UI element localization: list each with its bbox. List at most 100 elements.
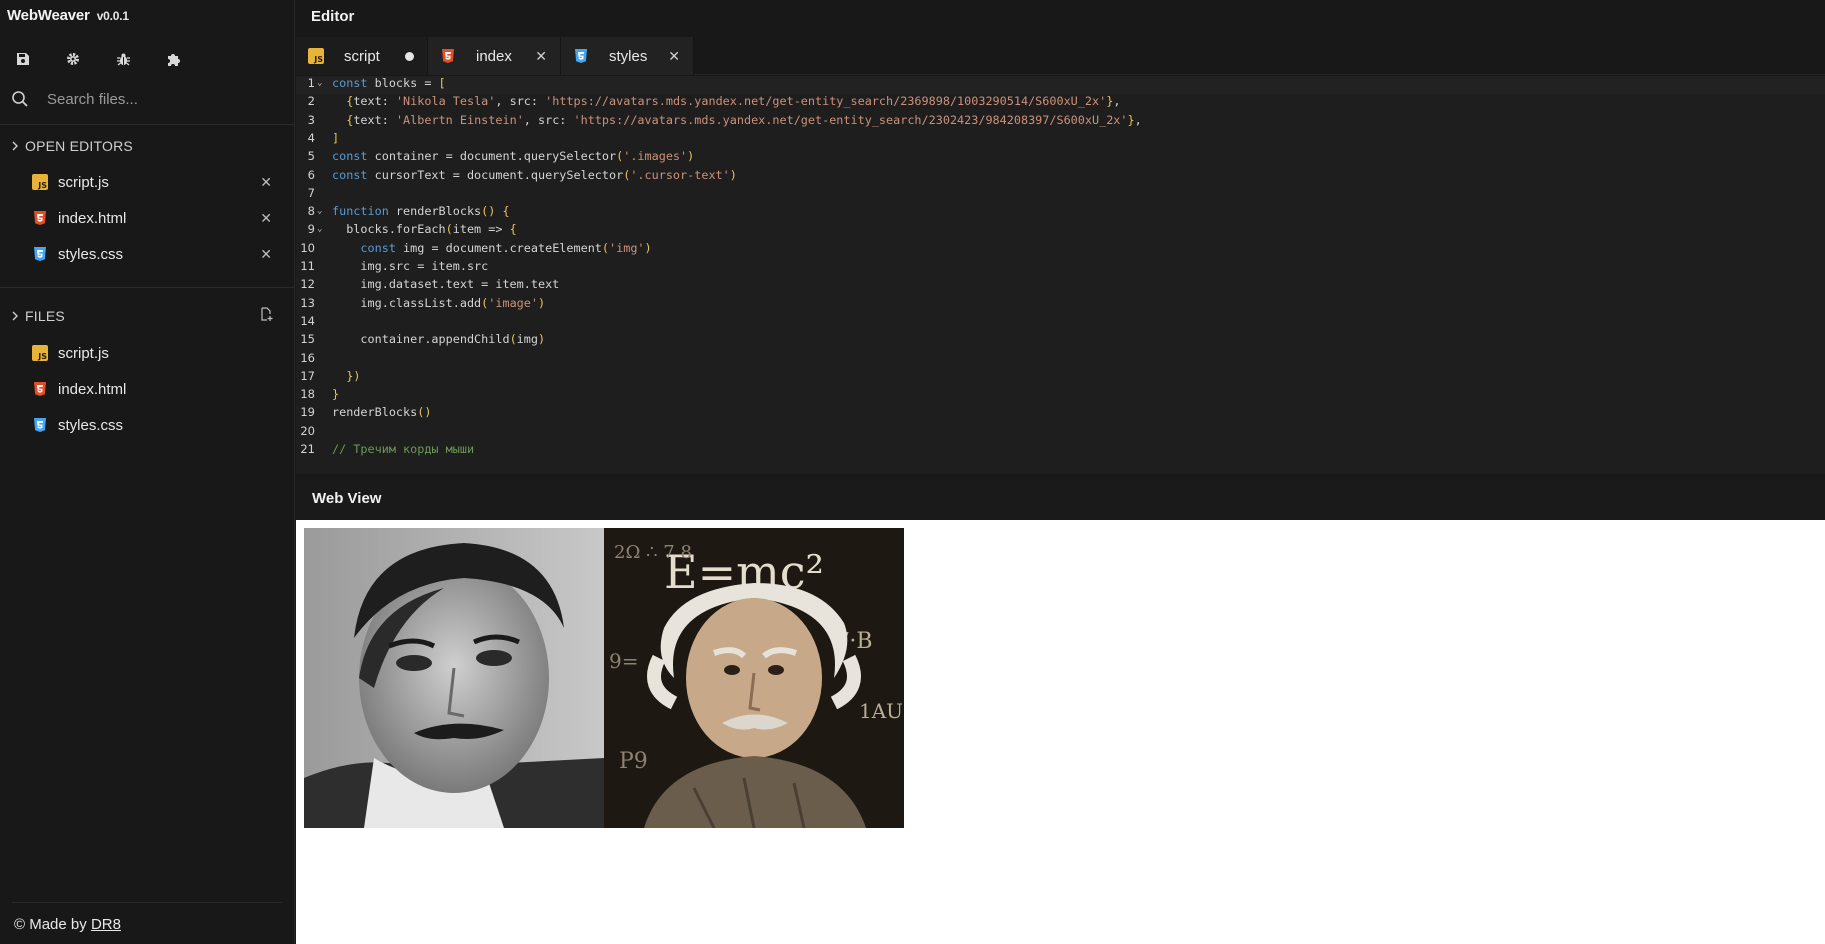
open-editor-item-index[interactable]: index.html ✕ (32, 206, 272, 230)
tesla-portrait[interactable] (304, 528, 604, 828)
code-line[interactable]: 12 img.dataset.text = item.text (296, 277, 1825, 295)
save-button[interactable] (12, 48, 34, 70)
code-line[interactable]: 7 (296, 186, 1825, 204)
code-line[interactable]: 13 img.classList.add('image') (296, 296, 1825, 314)
css-file-icon (32, 246, 48, 262)
line-number: 6 (307, 167, 315, 182)
close-icon[interactable]: ✕ (260, 246, 272, 263)
app-brand: WebWeaver v0.0.1 (7, 7, 129, 24)
line-number: 18 (300, 387, 315, 402)
extensions-button[interactable] (162, 48, 184, 70)
einstein-portrait[interactable]: E=mc² 2Ω ∴ 7 8 ∇·B 9= 1AU P9 (604, 528, 904, 828)
code-line[interactable]: 19 renderBlocks() (296, 405, 1825, 423)
code-editor[interactable]: 1 ⌄ const blocks = [2 {text: 'Nikola Tesla… (296, 76, 1825, 474)
sidebar-toolbar (12, 48, 184, 70)
code-line[interactable]: 21 // Тречим корды мыши (296, 442, 1825, 460)
chevron-right-icon (12, 141, 18, 151)
code-line[interactable]: 16 (296, 351, 1825, 369)
tab-styles[interactable]: styles ✕ (561, 37, 694, 75)
html-file-icon (32, 381, 48, 397)
file-item-styles[interactable]: styles.css (32, 413, 272, 437)
code-text: const blocks = [ (332, 76, 446, 90)
line-number: 2 (307, 94, 315, 109)
code-line[interactable]: 15 container.appendChild(img) (296, 332, 1825, 350)
code-line[interactable]: 1 ⌄ const blocks = [ (296, 76, 1825, 94)
footer-divider (12, 902, 282, 903)
fold-chevron-icon[interactable]: ⌄ (317, 206, 322, 216)
line-number: 16 (300, 350, 315, 365)
code-line[interactable]: 10 const img = document.createElement('i… (296, 241, 1825, 259)
new-file-button[interactable] (259, 307, 274, 327)
close-icon[interactable]: ✕ (668, 48, 680, 65)
open-editor-item-script[interactable]: JS script.js ✕ (32, 170, 272, 194)
code-line[interactable]: 14 (296, 314, 1825, 332)
open-editor-item-styles[interactable]: styles.css ✕ (32, 242, 272, 266)
css-file-icon (32, 417, 48, 433)
code-line[interactable]: 3 {text: 'Albertn Einstein', src: 'https… (296, 113, 1825, 131)
code-text: const container = document.querySelector… (332, 149, 695, 164)
code-line[interactable]: 11 img.src = item.src (296, 259, 1825, 277)
app-version: v0.0.1 (96, 9, 129, 23)
close-icon[interactable]: ✕ (260, 210, 272, 227)
tab-label: script (344, 47, 380, 65)
line-number: 11 (300, 259, 315, 273)
tab-script[interactable]: JS script (296, 37, 428, 75)
tab-bar: JS script index ✕ styles ✕ (296, 37, 1825, 75)
code-text: img.src = item.src (332, 259, 489, 273)
code-text: img.classList.add('image') (332, 295, 546, 310)
code-line[interactable]: 9 ⌄ blocks.forEach(item => { (296, 222, 1825, 240)
code-line[interactable]: 18} (296, 387, 1825, 405)
svg-text:1AU: 1AU (859, 699, 903, 723)
line-number: 21 (300, 442, 315, 456)
line-number: 12 (300, 277, 315, 292)
open-editors-header[interactable]: OPEN EDITORS (11, 138, 133, 154)
files-title: FILES (25, 308, 65, 324)
fold-chevron-icon[interactable]: ⌄ (317, 224, 322, 234)
file-item-index[interactable]: index.html (32, 377, 272, 401)
svg-text:9=: 9= (609, 649, 638, 673)
tab-label: index (476, 47, 512, 65)
file-item-script[interactable]: JS script.js (32, 341, 272, 365)
code-line[interactable]: 20 (296, 424, 1825, 442)
webview-title: Web View (312, 490, 382, 507)
author-link[interactable]: DR8 (91, 916, 121, 933)
line-number: 4 (307, 130, 315, 145)
code-text: // Тречим корды мыши (332, 442, 475, 456)
code-line[interactable]: 6 const cursorText = document.querySelect… (296, 168, 1825, 186)
line-number: 20 (300, 423, 315, 438)
einstein-portrait-image: E=mc² 2Ω ∴ 7 8 ∇·B 9= 1AU P9 (604, 528, 904, 828)
search-box (11, 86, 281, 112)
open-editor-item-label: styles.css (58, 245, 124, 263)
webview-panel: E=mc² 2Ω ∴ 7 8 ∇·B 9= 1AU P9 (296, 520, 1825, 944)
tab-index[interactable]: index ✕ (428, 37, 561, 75)
js-file-icon: JS (32, 174, 48, 190)
fold-chevron-icon[interactable]: ⌄ (317, 78, 322, 88)
new-file-icon (261, 307, 273, 321)
code-text: } (332, 387, 340, 402)
settings-button[interactable] (62, 48, 84, 70)
close-icon[interactable]: ✕ (260, 174, 272, 191)
files-header[interactable]: FILES (11, 308, 65, 324)
open-editor-item-label: script.js (58, 173, 109, 191)
debug-button[interactable] (112, 48, 134, 70)
file-item-label: styles.css (58, 416, 124, 434)
file-item-label: index.html (58, 380, 127, 398)
line-number: 5 (307, 149, 315, 164)
line-number: 8 (307, 204, 315, 219)
code-line[interactable]: 5 const container = document.querySelecto… (296, 149, 1825, 167)
svg-text:2Ω ∴ 7 8: 2Ω ∴ 7 8 (614, 542, 692, 563)
puzzle-icon (167, 53, 180, 66)
line-number: 1 (307, 76, 315, 90)
code-text: blocks.forEach(item => { (332, 222, 517, 237)
editor-header: Editor (296, 0, 1825, 37)
file-item-label: script.js (58, 344, 109, 362)
code-line[interactable]: 8 ⌄ function renderBlocks() { (296, 204, 1825, 222)
line-number: 15 (300, 332, 315, 347)
close-icon[interactable]: ✕ (535, 48, 547, 65)
line-number: 10 (300, 240, 315, 255)
code-line[interactable]: 17 }) (296, 369, 1825, 387)
search-input[interactable] (47, 90, 267, 108)
code-text: function renderBlocks() { (332, 204, 510, 219)
code-line[interactable]: 2 {text: 'Nikola Tesla', src: 'https://a… (296, 94, 1825, 112)
code-line[interactable]: 4] (296, 131, 1825, 149)
